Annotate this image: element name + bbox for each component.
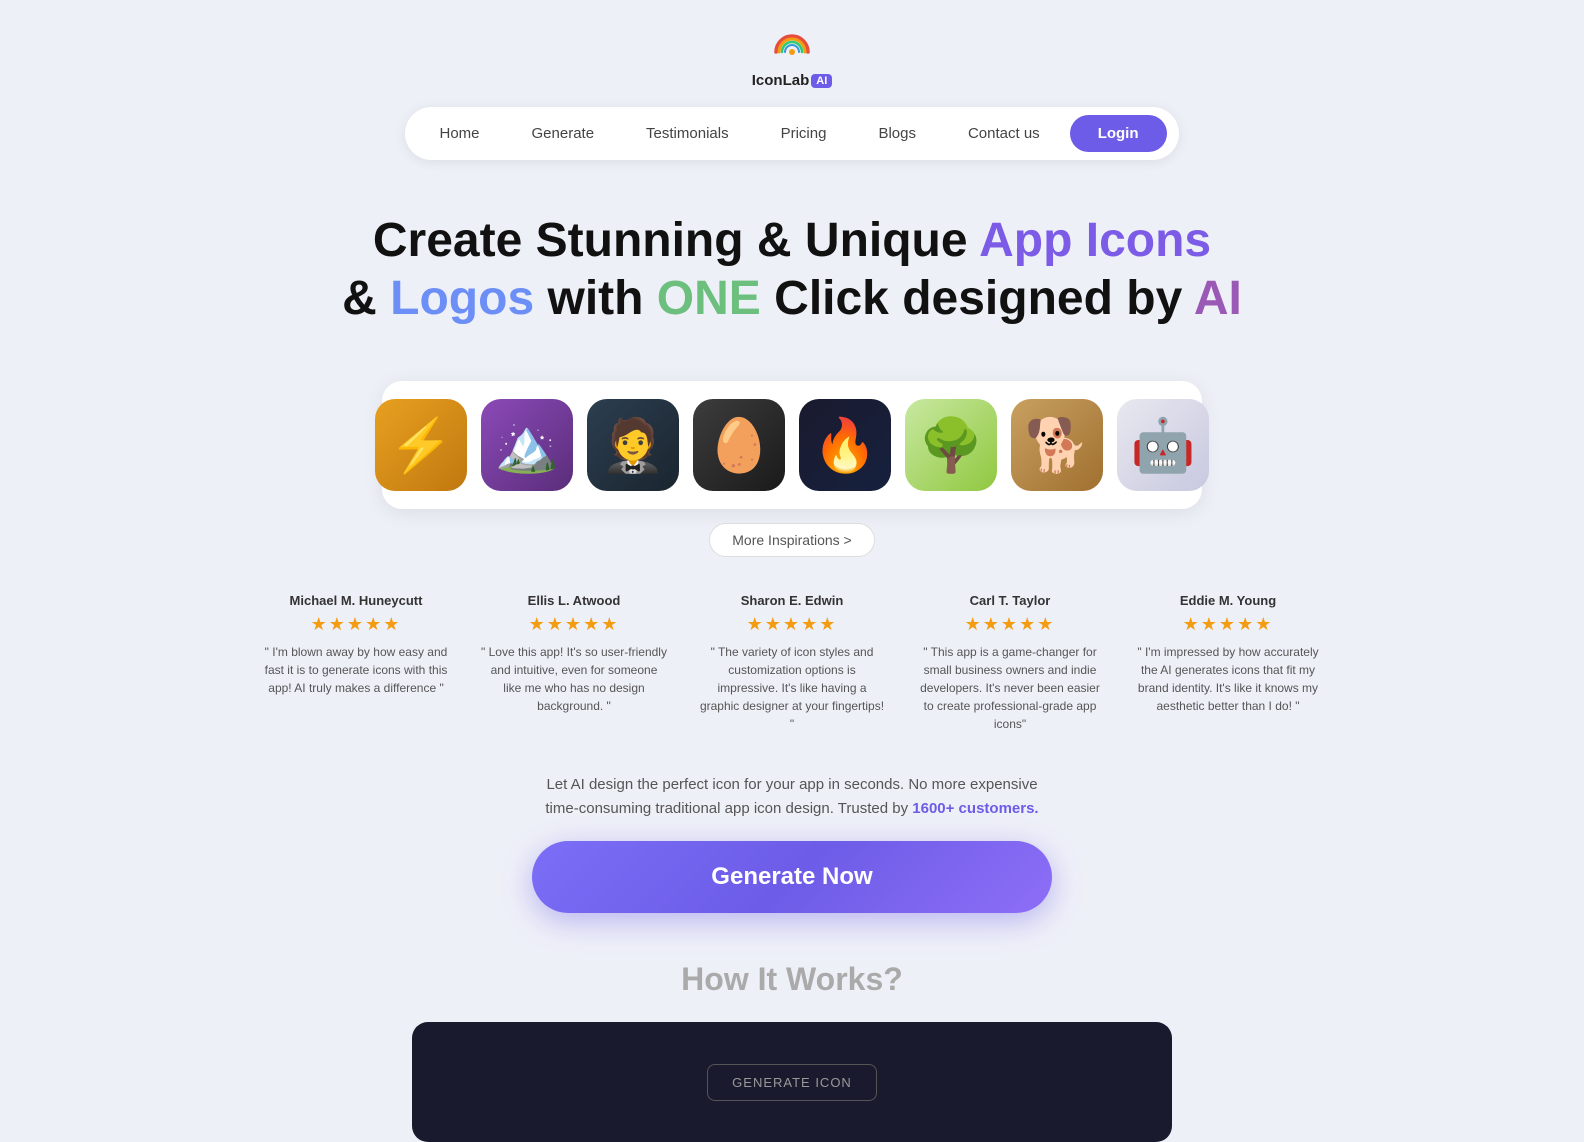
app-icon-1[interactable]: ⚡ <box>375 399 467 491</box>
testimonial-stars-1: ★★★★★ <box>262 614 450 635</box>
login-button[interactable]: Login <box>1070 115 1167 152</box>
generate-icon-button[interactable]: GENERATE ICON <box>707 1064 877 1101</box>
logo-badge: AI <box>811 74 832 88</box>
nav-home[interactable]: Home <box>417 117 501 150</box>
testimonial-stars-4: ★★★★★ <box>916 614 1104 635</box>
app-icon-5[interactable]: 🔥 <box>799 399 891 491</box>
nav-pricing[interactable]: Pricing <box>759 117 849 150</box>
app-icon-8[interactable]: 🤖 <box>1117 399 1209 491</box>
testimonial-card-2: Ellis L. Atwood ★★★★★ " Love this app! I… <box>480 593 668 733</box>
testimonial-name-2: Ellis L. Atwood <box>480 593 668 608</box>
testimonial-stars-2: ★★★★★ <box>480 614 668 635</box>
testimonial-card-3: Sharon E. Edwin ★★★★★ " The variety of i… <box>698 593 886 733</box>
nav-testimonials[interactable]: Testimonials <box>624 117 751 150</box>
testimonials-section: Michael M. Huneycutt ★★★★★ " I'm blown a… <box>242 593 1342 733</box>
testimonial-card-5: Eddie M. Young ★★★★★ " I'm impressed by … <box>1134 593 1322 733</box>
hero-section: Create Stunning & Unique App Icons & Log… <box>0 160 1584 351</box>
testimonial-name-1: Michael M. Huneycutt <box>262 593 450 608</box>
testimonial-text-4: " This app is a game-changer for small b… <box>916 643 1104 733</box>
hero-title-ampersand: & <box>342 272 390 325</box>
app-icon-6[interactable]: 🌳 <box>905 399 997 491</box>
testimonial-name-5: Eddie M. Young <box>1134 593 1322 608</box>
testimonial-card-1: Michael M. Huneycutt ★★★★★ " I'm blown a… <box>262 593 450 733</box>
testimonial-name-3: Sharon E. Edwin <box>698 593 886 608</box>
generate-now-button[interactable]: Generate Now <box>532 841 1052 913</box>
hero-title-with: with <box>534 272 657 325</box>
logo-icon <box>770 24 814 68</box>
nav-generate[interactable]: Generate <box>510 117 617 150</box>
hero-title-part1: Create Stunning & Unique <box>373 214 979 267</box>
more-inspirations-button[interactable]: More Inspirations > <box>709 523 874 557</box>
icon-showcase: ⚡ 🏔️ 🤵 🥚 🔥 🌳 🐕 🤖 <box>382 381 1202 509</box>
app-icon-7[interactable]: 🐕 <box>1011 399 1103 491</box>
cta-text-1: Let AI design the perfect icon for your … <box>546 776 1037 793</box>
logo-area: IconLab AI <box>752 24 833 89</box>
app-icon-4[interactable]: 🥚 <box>693 399 785 491</box>
cta-section: Let AI design the perfect icon for your … <box>492 773 1092 913</box>
testimonial-stars-3: ★★★★★ <box>698 614 886 635</box>
cta-subtitle: Let AI design the perfect icon for your … <box>512 773 1072 821</box>
more-inspirations-wrapper: More Inspirations > <box>0 523 1584 557</box>
hero-title-click: Click designed by <box>761 272 1194 325</box>
testimonial-name-4: Carl T. Taylor <box>916 593 1104 608</box>
app-icon-2[interactable]: 🏔️ <box>481 399 573 491</box>
nav-contact[interactable]: Contact us <box>946 117 1062 150</box>
app-icon-3[interactable]: 🤵 <box>587 399 679 491</box>
cta-text-2: time-consuming traditional app icon desi… <box>545 800 912 817</box>
hero-highlight-app-icons: App Icons <box>979 214 1211 267</box>
nav: Home Generate Testimonials Pricing Blogs… <box>405 107 1178 160</box>
header: IconLab AI Home Generate Testimonials Pr… <box>0 0 1584 160</box>
icon-showcase-inner: ⚡ 🏔️ 🤵 🥚 🔥 🌳 🐕 🤖 <box>375 399 1209 491</box>
testimonial-text-2: " Love this app! It's so user-friendly a… <box>480 643 668 715</box>
how-it-works-title: How It Works? <box>0 961 1584 998</box>
how-it-works-panel: GENERATE ICON <box>412 1022 1172 1142</box>
logo-text: IconLab <box>752 72 810 89</box>
testimonial-text-3: " The variety of icon styles and customi… <box>698 643 886 733</box>
testimonial-stars-5: ★★★★★ <box>1134 614 1322 635</box>
testimonial-text-5: " I'm impressed by how accurately the AI… <box>1134 643 1322 715</box>
nav-blogs[interactable]: Blogs <box>856 117 938 150</box>
testimonial-text-1: " I'm blown away by how easy and fast it… <box>262 643 450 697</box>
hero-highlight-ai: AI <box>1194 272 1242 325</box>
testimonial-card-4: Carl T. Taylor ★★★★★ " This app is a gam… <box>916 593 1104 733</box>
hero-highlight-logos: Logos <box>390 272 534 325</box>
hero-title: Create Stunning & Unique App Icons & Log… <box>20 212 1564 327</box>
cta-customers: 1600+ customers. <box>912 800 1038 817</box>
how-it-works-section: How It Works? GENERATE ICON <box>0 961 1584 1142</box>
hero-highlight-one: ONE <box>657 272 761 325</box>
